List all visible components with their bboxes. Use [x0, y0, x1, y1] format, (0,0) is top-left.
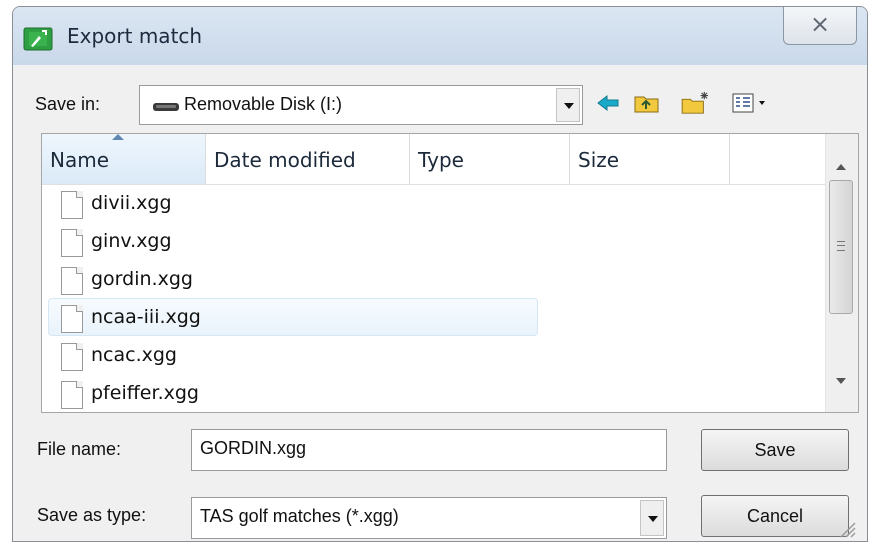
list-item[interactable]: divii.xgg — [48, 184, 538, 222]
file-icon — [61, 343, 83, 371]
close-button[interactable]: ⨯ — [783, 7, 857, 45]
file-name: ncac.xgg — [91, 344, 177, 366]
drive-icon — [153, 103, 179, 111]
save-button[interactable]: Save — [701, 429, 849, 471]
column-type[interactable]: Type — [410, 134, 570, 184]
file-icon — [61, 381, 83, 409]
file-icon — [61, 191, 83, 219]
vertical-scrollbar[interactable] — [825, 134, 858, 412]
new-folder-icon[interactable] — [679, 91, 713, 115]
column-name[interactable]: Name — [42, 134, 206, 184]
save-in-combo[interactable]: Removable Disk (I:) — [139, 85, 583, 125]
app-icon — [23, 27, 53, 51]
column-name-label: Name — [50, 148, 110, 172]
save-in-dropdown-button[interactable] — [556, 88, 580, 122]
save-as-type-value: TAS golf matches (*.xgg) — [200, 506, 399, 526]
save-in-label: Save in: — [35, 94, 101, 114]
grip-icon — [837, 241, 845, 251]
file-name-label: File name: — [37, 439, 122, 459]
scroll-up-arrow-icon[interactable] — [836, 164, 846, 170]
file-rows: divii.xgg ginv.xgg gordin.xgg ncaa-iii.x… — [42, 184, 826, 412]
back-arrow-icon[interactable] — [595, 91, 621, 115]
column-header: Name Date modified Type Size — [42, 134, 826, 185]
list-item-hovered[interactable]: ncaa-iii.xgg — [48, 298, 538, 336]
file-name: divii.xgg — [91, 192, 172, 214]
file-name-input[interactable]: GORDIN.xgg — [191, 429, 667, 471]
list-item[interactable]: ginv.xgg — [48, 222, 538, 260]
export-dialog: Export match ⨯ Save in: Removable Disk (… — [12, 6, 868, 542]
column-date-modified-label: Date modified — [214, 148, 356, 172]
file-name: gordin.xgg — [91, 268, 193, 290]
save-in-value: Removable Disk (I:) — [184, 94, 343, 114]
column-date-modified[interactable]: Date modified — [206, 134, 410, 184]
resize-grip-icon[interactable] — [835, 517, 857, 539]
up-folder-icon[interactable] — [633, 91, 661, 115]
column-size[interactable]: Size — [570, 134, 730, 184]
file-icon — [61, 305, 83, 333]
save-as-type-select[interactable]: TAS golf matches (*.xgg) — [191, 497, 667, 539]
list-item[interactable]: ncac.xgg — [48, 336, 538, 374]
scroll-thumb[interactable] — [829, 180, 853, 314]
save-as-type-label: Save as type: — [37, 505, 147, 525]
column-size-label: Size — [578, 148, 620, 172]
close-icon: ⨯ — [809, 10, 831, 38]
scroll-down-arrow-icon[interactable] — [836, 378, 846, 384]
file-icon — [61, 229, 83, 257]
file-name: ncaa-iii.xgg — [91, 306, 201, 328]
list-item[interactable]: pfeiffer.xgg — [48, 374, 538, 412]
title-bar[interactable]: Export match ⨯ — [13, 7, 867, 65]
column-type-label: Type — [418, 148, 464, 172]
file-name-value: GORDIN.xgg — [200, 438, 307, 458]
file-icon — [61, 267, 83, 295]
file-name: pfeiffer.xgg — [91, 382, 199, 404]
list-item[interactable]: gordin.xgg — [48, 260, 538, 298]
view-menu-icon[interactable] — [731, 91, 775, 115]
dialog-title: Export match — [67, 24, 203, 48]
sort-ascending-icon — [112, 134, 124, 140]
file-list[interactable]: Name Date modified Type Size divii.xgg g… — [41, 133, 859, 413]
save-as-type-dropdown-button[interactable] — [640, 500, 664, 536]
cancel-button[interactable]: Cancel — [701, 495, 849, 537]
dialog-body: Save in: Removable Disk (I:) Name Date m… — [21, 65, 859, 541]
file-name: ginv.xgg — [91, 230, 172, 252]
